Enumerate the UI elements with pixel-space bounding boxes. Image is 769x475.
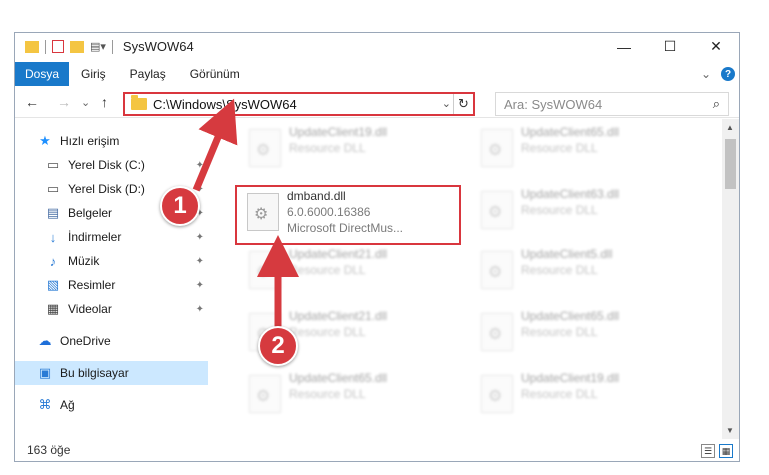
annotation-arrows bbox=[192, 98, 299, 330]
arrow-step-1 bbox=[192, 98, 238, 192]
step-2-badge: 2 bbox=[258, 326, 298, 366]
step-1-badge: 1 bbox=[160, 186, 200, 226]
